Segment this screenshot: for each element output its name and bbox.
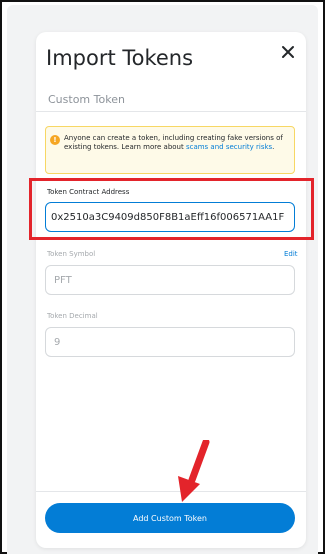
highlight-box (29, 178, 314, 240)
edit-symbol-link[interactable]: Edit (284, 250, 298, 258)
token-decimal-input[interactable] (45, 327, 295, 357)
token-symbol-input[interactable] (45, 265, 295, 295)
warning-suffix: . (272, 143, 275, 151)
scams-and-security-risks-link[interactable]: scams and security risks (186, 143, 272, 151)
close-icon[interactable] (280, 44, 296, 60)
add-custom-token-button[interactable]: Add Custom Token (45, 503, 295, 533)
dialog-title: Import Tokens (46, 46, 194, 70)
tab-custom-token[interactable]: Custom Token (48, 93, 125, 106)
warning-banner: ! Anyone can create a token, including c… (45, 126, 295, 174)
warning-icon: ! (50, 135, 60, 145)
token-symbol-label: Token Symbol (47, 250, 96, 258)
warning-text: Anyone can create a token, including cre… (64, 134, 291, 152)
divider (36, 111, 306, 112)
token-decimal-label: Token Decimal (47, 312, 98, 320)
arrow-icon (178, 440, 210, 502)
